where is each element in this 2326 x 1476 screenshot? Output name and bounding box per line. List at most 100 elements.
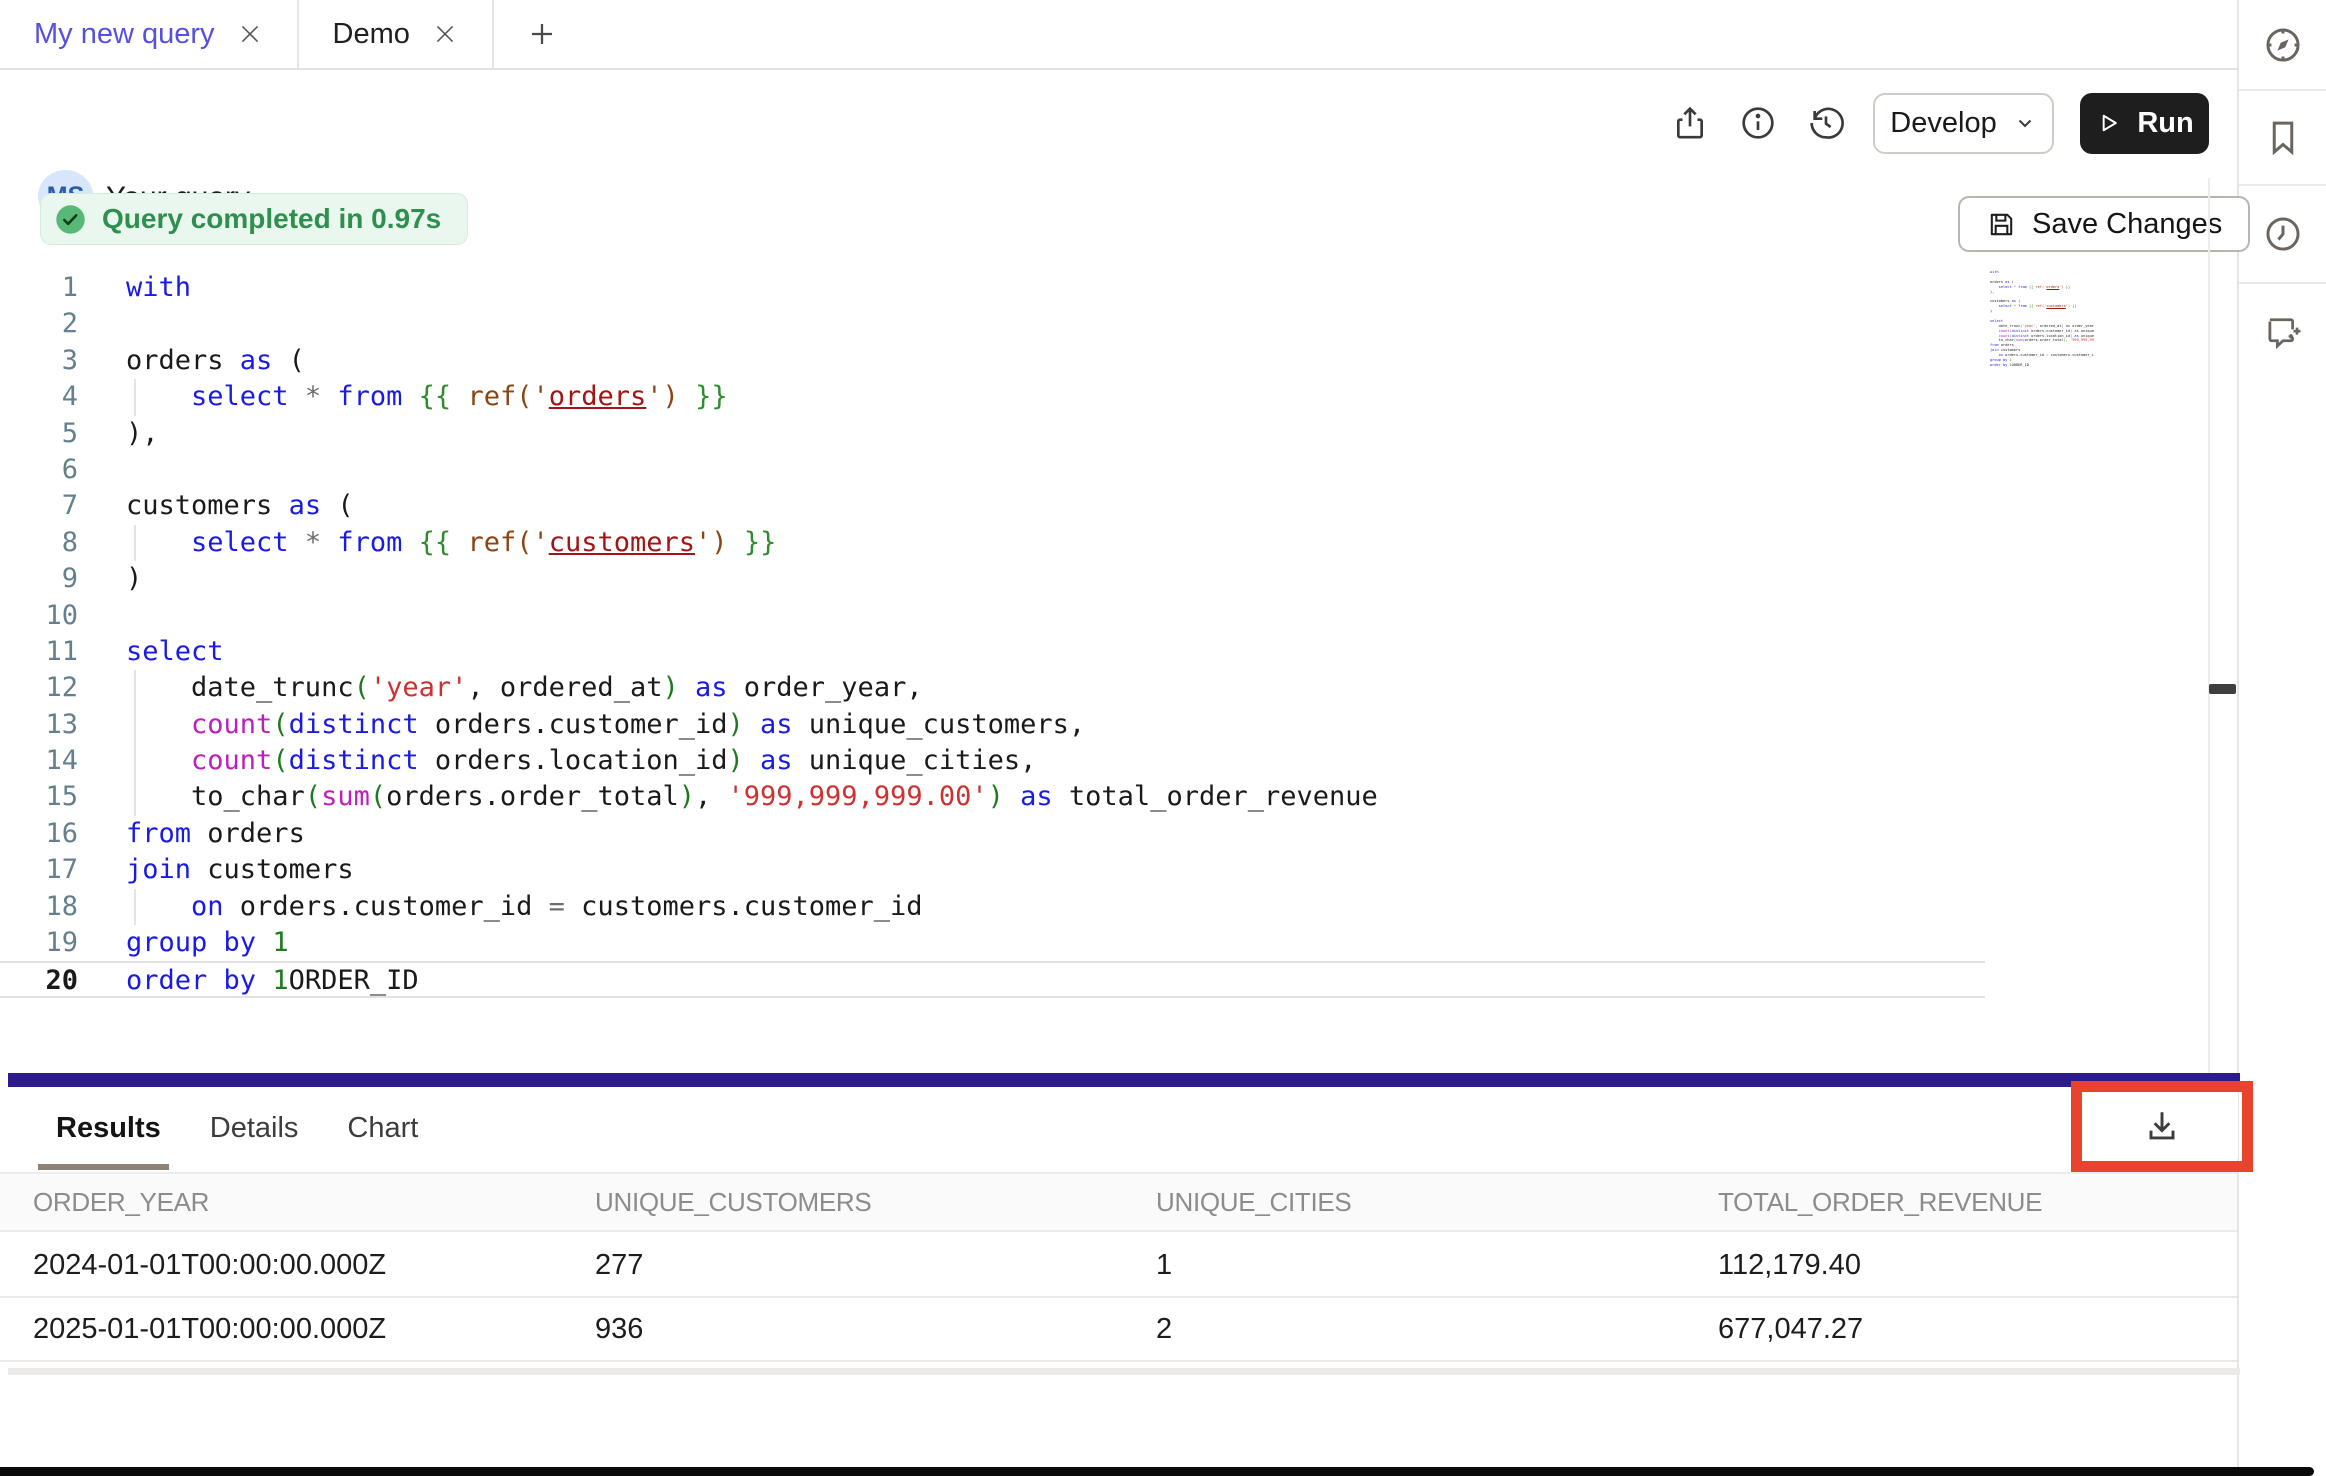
table-cell: 112,179.40: [1718, 1249, 2237, 1282]
code-line[interactable]: 19group by 1: [0, 925, 2208, 961]
column-header: UNIQUE_CITIES: [1156, 1187, 1718, 1218]
editor-right-border: [2208, 178, 2210, 1073]
download-icon: [2140, 1104, 2184, 1148]
table-cell: 2024-01-01T00:00:00.000Z: [33, 1249, 595, 1282]
results-tab-bar: Results Details Chart: [0, 1087, 2237, 1170]
code-line[interactable]: 16from orders: [0, 816, 2208, 852]
right-sidebar-rail: [2237, 0, 2326, 1476]
code-line[interactable]: 7customers as (: [0, 488, 2208, 524]
line-number: 15: [0, 779, 78, 815]
line-number: 4: [0, 379, 78, 415]
window-bottom-edge: [0, 1467, 2314, 1476]
run-button[interactable]: Run: [2080, 93, 2209, 154]
plus-icon: [527, 19, 557, 49]
clock-icon: [2262, 213, 2304, 255]
line-number: 11: [0, 634, 78, 670]
column-header: ORDER_YEAR: [33, 1187, 595, 1218]
code-line[interactable]: 11select: [0, 634, 2208, 670]
table-cell: 677,047.27: [1718, 1313, 2237, 1346]
develop-label: Develop: [1890, 107, 1996, 140]
column-header: TOTAL_ORDER_REVENUE: [1718, 1187, 2237, 1218]
tab-demo[interactable]: Demo: [299, 0, 494, 68]
status-text: Query completed in 0.97s: [102, 203, 441, 235]
active-tab-underline: [38, 1164, 169, 1170]
line-number: 1: [0, 270, 78, 306]
table-cell: 1: [1156, 1249, 1718, 1282]
bookmarks-button[interactable]: [2239, 89, 2326, 184]
line-number: 9: [0, 561, 78, 597]
code-line[interactable]: 10: [0, 598, 2208, 634]
bookmark-icon: [2262, 117, 2304, 159]
code-line[interactable]: 9): [0, 561, 2208, 597]
save-changes-button[interactable]: Save Changes: [1958, 196, 2250, 252]
download-button[interactable]: [2085, 1093, 2238, 1159]
line-number: 19: [0, 925, 78, 961]
close-icon[interactable]: [432, 21, 458, 47]
editor-tab-bar: My new query Demo: [0, 0, 2237, 70]
tab-label: My new query: [34, 18, 215, 51]
code-line[interactable]: 20order by 1ORDER_ID: [0, 961, 1985, 997]
ai-chat-button[interactable]: [2239, 282, 2326, 379]
table-row: 2024-01-01T00:00:00.000Z2771112,179.40: [0, 1234, 2237, 1298]
query-header: MS Your query Develop: [0, 70, 2237, 176]
compass-icon: [2262, 24, 2304, 66]
table-cell: 2025-01-01T00:00:00.000Z: [33, 1313, 595, 1346]
line-number: 8: [0, 525, 78, 561]
line-number: 2: [0, 306, 78, 342]
table-cell: 936: [595, 1313, 1156, 1346]
code-line[interactable]: 1with: [0, 270, 2208, 306]
code-line[interactable]: 18 on orders.customer_id = customers.cus…: [0, 889, 2208, 925]
code-line[interactable]: 14 count(distinct orders.location_id) as…: [0, 743, 2208, 779]
tab-results[interactable]: Results: [56, 1112, 161, 1145]
info-button[interactable]: [1737, 102, 1779, 144]
run-label: Run: [2137, 107, 2193, 140]
code-line[interactable]: 13 count(distinct orders.customer_id) as…: [0, 707, 2208, 743]
line-number: 6: [0, 452, 78, 488]
info-icon: [1738, 103, 1778, 143]
history-icon: [1806, 103, 1846, 143]
code-line[interactable]: 5),: [0, 416, 2208, 452]
code-line[interactable]: 12 date_trunc('year', ordered_at) as ord…: [0, 670, 2208, 706]
table-cell: 277: [595, 1249, 1156, 1282]
line-number: 5: [0, 416, 78, 452]
develop-dropdown[interactable]: Develop: [1873, 93, 2054, 154]
panel-bottom-border: [8, 1368, 2240, 1375]
code-line[interactable]: 20order by 1ORDER_ID: [1990, 363, 2094, 368]
share-button[interactable]: [1669, 102, 1711, 144]
line-number: 12: [0, 670, 78, 706]
minimap[interactable]: 1with23orders as (4 select * from {{ ref…: [1990, 270, 2094, 372]
code-line[interactable]: 2: [0, 306, 2208, 342]
scrollbar-thumb[interactable]: [2209, 684, 2236, 694]
line-number: 17: [0, 852, 78, 888]
line-number: 13: [0, 707, 78, 743]
results-table-header: ORDER_YEARUNIQUE_CUSTOMERSUNIQUE_CITIEST…: [0, 1172, 2237, 1232]
close-icon[interactable]: [237, 21, 263, 47]
panel-resize-divider[interactable]: [8, 1073, 2240, 1087]
code-line[interactable]: 17join customers: [0, 852, 2208, 888]
tab-my-new-query[interactable]: My new query: [0, 0, 299, 68]
play-icon: [2095, 110, 2121, 136]
tab-chart[interactable]: Chart: [347, 1112, 418, 1145]
code-line[interactable]: 4 select * from {{ ref('orders') }}: [0, 379, 2208, 415]
column-header: UNIQUE_CUSTOMERS: [595, 1187, 1156, 1218]
chat-sparkles-icon: [2262, 311, 2304, 353]
code-line[interactable]: 6: [0, 452, 2208, 488]
line-number: 14: [0, 743, 78, 779]
save-icon: [1986, 209, 2017, 240]
code-line[interactable]: 8 select * from {{ ref('customers') }}: [0, 525, 2208, 561]
tab-label: Demo: [333, 18, 410, 51]
history-button[interactable]: [1805, 102, 1847, 144]
status-badge: Query completed in 0.97s: [40, 193, 468, 245]
check-circle-icon: [55, 204, 86, 235]
line-number: 7: [0, 488, 78, 524]
share-icon: [1670, 103, 1710, 143]
code-line[interactable]: 15 to_char(sum(orders.order_total), '999…: [0, 779, 2208, 815]
tab-details[interactable]: Details: [210, 1112, 299, 1145]
new-tab-button[interactable]: [494, 0, 590, 68]
history-panel-button[interactable]: [2239, 184, 2326, 282]
code-line[interactable]: 3orders as (: [0, 343, 2208, 379]
save-label: Save Changes: [2032, 208, 2222, 241]
line-number: 10: [0, 598, 78, 634]
code-editor[interactable]: 1with23orders as (4 select * from {{ ref…: [0, 270, 2208, 1073]
explore-button[interactable]: [2239, 0, 2326, 89]
